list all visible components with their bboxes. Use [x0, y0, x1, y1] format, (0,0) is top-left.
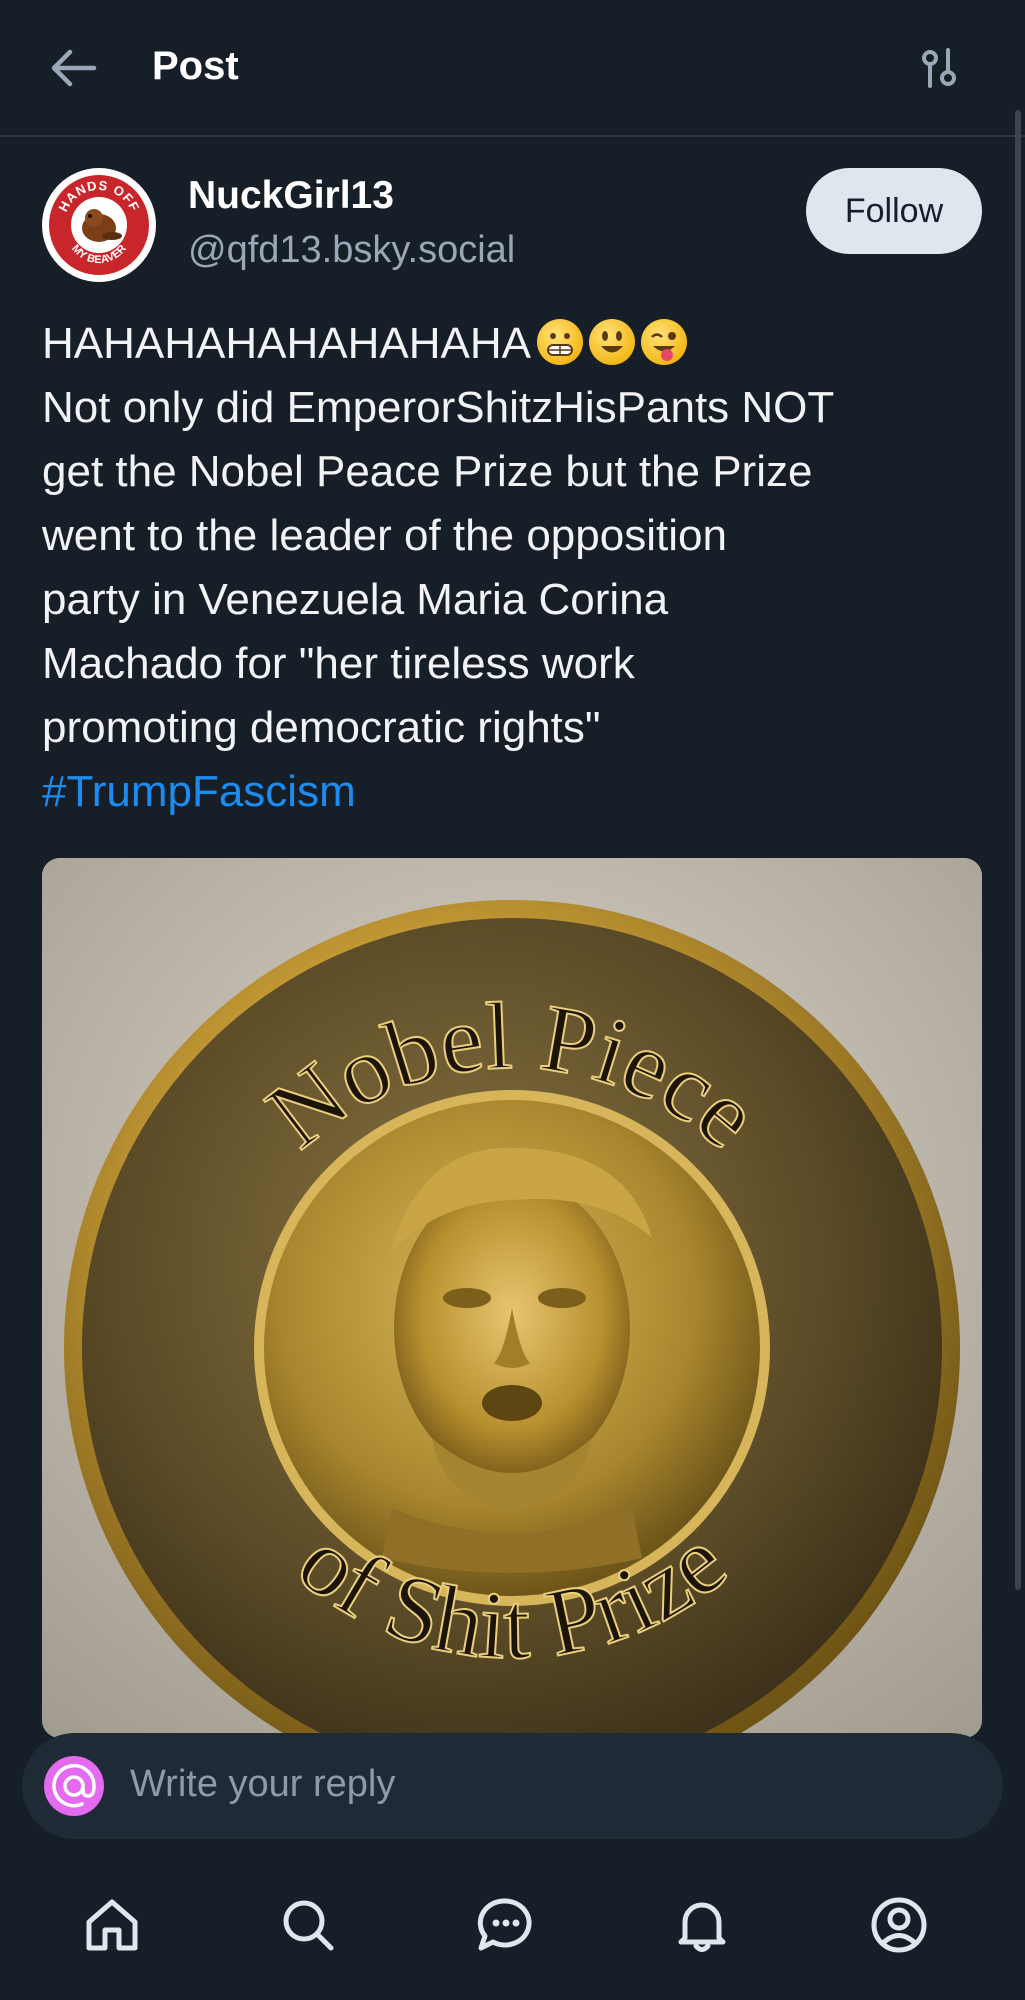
search-icon — [283, 1900, 334, 1951]
medal-image: Nobel Piece of Shit Prize — [42, 858, 982, 1738]
nav-chat[interactable] — [471, 1890, 541, 1960]
notifications-icon — [678, 1902, 726, 1952]
page-title: Post — [152, 44, 239, 88]
post-body: HAHAHAHAHAHAHAHA Not only did EmperorShi… — [42, 312, 992, 824]
winking-tongue-emoji — [640, 319, 687, 365]
my-avatar — [44, 1756, 104, 1816]
beaver-logo-avatar: HANDS OFF MY BEAVER — [43, 169, 155, 281]
post-line-7: promoting democratic rights" — [42, 703, 601, 752]
top-bar: Post — [0, 0, 1025, 137]
smiley-emoji — [588, 319, 635, 365]
hashtag-link[interactable]: #TrumpFascism — [42, 760, 992, 824]
back-button[interactable] — [44, 42, 108, 94]
author-handle[interactable]: @qfd13.bsky.social — [188, 229, 515, 272]
thread-options-icon — [922, 48, 956, 88]
author-display-name[interactable]: NuckGirl13 — [188, 174, 394, 218]
post-line-1-text: HAHAHAHAHAHAHAHA — [42, 319, 531, 368]
reply-composer[interactable]: Write your reply — [22, 1733, 1003, 1839]
at-sign-icon — [52, 1763, 96, 1808]
post-line-3: get the Nobel Peace Prize but the Prize — [42, 447, 813, 496]
post-line-4: went to the leader of the opposition — [42, 511, 727, 560]
author-avatar[interactable]: HANDS OFF MY BEAVER — [42, 168, 156, 282]
chat-icon — [477, 1898, 532, 1951]
post-line-1: HAHAHAHAHAHAHAHA — [42, 312, 992, 376]
grinning-teeth-emoji — [536, 319, 583, 365]
nav-home[interactable] — [77, 1890, 147, 1960]
nav-profile[interactable] — [864, 1890, 934, 1960]
post-line-6: Machado for "her tireless work — [42, 639, 635, 688]
post-line-5: party in Venezuela Maria Corina — [42, 575, 669, 624]
thread-options-button[interactable] — [908, 42, 972, 94]
nav-search[interactable] — [273, 1890, 343, 1960]
post-line-2: Not only did EmperorShitzHisPants NOT — [42, 383, 835, 432]
home-icon — [86, 1899, 138, 1951]
profile-icon — [871, 1897, 927, 1953]
nav-notifications[interactable] — [667, 1890, 737, 1960]
follow-button[interactable]: Follow — [806, 168, 982, 254]
bottom-navigation — [0, 1850, 1025, 2000]
post-image[interactable]: Nobel Piece of Shit Prize — [42, 858, 982, 1738]
arrow-left-icon — [51, 49, 97, 87]
reply-placeholder: Write your reply — [130, 1763, 396, 1805]
scrollbar[interactable] — [1015, 110, 1021, 1590]
post-screen: Post HANDS OFF MY BEAVER NuckGirl13 @qfd… — [0, 0, 1025, 2000]
